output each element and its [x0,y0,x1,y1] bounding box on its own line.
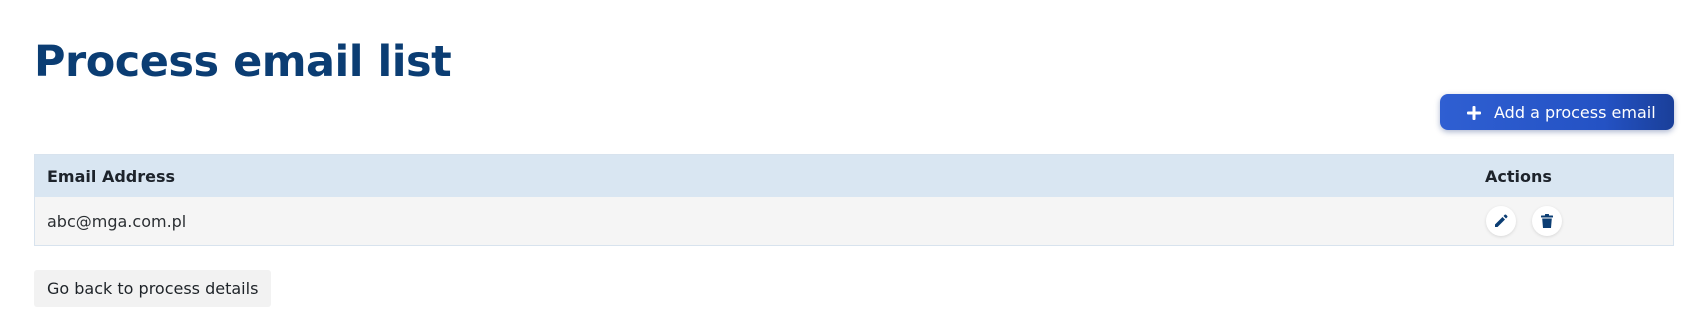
column-header-actions: Actions [1485,166,1552,186]
edit-button[interactable] [1486,206,1516,236]
page: Process email list Add a process email E… [0,0,1683,321]
page-title: Process email list [34,37,452,87]
table-header-row: Email Address Actions [35,155,1673,197]
edit-pencil-icon [1495,214,1508,227]
column-header-email-address: Email Address [47,166,176,186]
email-address-cell: abc@mga.com.pl [47,211,187,231]
plus-icon [1467,105,1481,120]
go-back-to-process-details-button[interactable]: Go back to process details [34,270,272,307]
add-process-email-button[interactable]: Add a process email [1440,94,1674,130]
email-table: Email Address Actions abc@mga.com.pl [34,154,1674,246]
actions-cell [1474,197,1673,245]
delete-button[interactable] [1532,206,1563,236]
add-process-email-label: Add a process email [1494,102,1656,122]
table-row: abc@mga.com.pl [35,197,1673,245]
delete-trash-icon [1541,214,1554,228]
